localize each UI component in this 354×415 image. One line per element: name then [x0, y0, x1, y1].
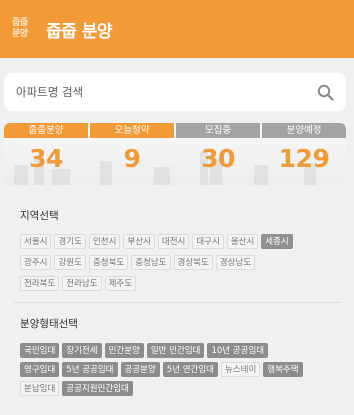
- stat-value: 9: [123, 144, 141, 173]
- app-header: 줍줍 분양 줍줍 분양: [0, 0, 354, 58]
- search-input[interactable]: [16, 85, 296, 99]
- logo-line-1: 줍줍: [12, 18, 28, 28]
- type-tag[interactable]: 영구임대: [20, 362, 60, 377]
- app-title: 줍줍 분양: [46, 21, 112, 42]
- region-tag[interactable]: 전라남도: [62, 276, 102, 291]
- type-tag[interactable]: 10년 공공임대: [207, 343, 269, 358]
- type-tag[interactable]: 민간분양: [104, 343, 144, 358]
- region-tag[interactable]: 제주도: [104, 276, 137, 291]
- stat-label: 모집중: [176, 123, 260, 138]
- type-tag[interactable]: 5년 연간임대: [162, 362, 218, 377]
- type-row-1: 국민임대 장기전세 민간분양 일반 민간임대 10년 공공임대: [20, 343, 269, 358]
- stat-value: 129: [278, 144, 330, 173]
- stat-label: 분양예정: [262, 123, 346, 138]
- type-tag[interactable]: 장기전세: [62, 343, 102, 358]
- stat-jupjup[interactable]: 줍줍분양 34: [4, 123, 88, 185]
- region-tag[interactable]: 대구시: [192, 234, 224, 249]
- stats-card: 줍줍분양 34 오늘청약 9 모집중 30 분양예정 129: [4, 123, 346, 185]
- region-tag[interactable]: 전라북도: [20, 276, 60, 291]
- stat-recruiting[interactable]: 모집중 30: [176, 123, 260, 185]
- type-tag[interactable]: 공공지원민간임대: [62, 381, 133, 396]
- type-tag-unselected[interactable]: 분납임대: [20, 381, 60, 396]
- section-divider: [14, 302, 340, 303]
- region-tag[interactable]: 경상북도: [173, 255, 213, 270]
- type-tag-unselected[interactable]: 뉴스테이: [221, 362, 261, 377]
- region-tag[interactable]: 광주시: [20, 255, 52, 270]
- region-tag[interactable]: 경기도: [54, 234, 86, 249]
- region-tag-selected[interactable]: 세종시: [261, 234, 293, 249]
- region-tag[interactable]: 인천시: [88, 234, 121, 249]
- type-row-3: 분납임대 공공지원민간임대: [20, 381, 133, 396]
- region-tag[interactable]: 강원도: [54, 255, 86, 270]
- type-tag[interactable]: 행복주택: [263, 362, 303, 377]
- type-section-title: 분양형태선택: [20, 318, 78, 330]
- region-row-1: 서울시 경기도 인천시 부산시 대전시 대구시 울산시 세종시: [20, 234, 293, 249]
- region-row-2: 광주시 강원도 충청북도 충청남도 경상북도 경상남도: [20, 255, 256, 270]
- app-logo[interactable]: 줍줍 분양: [12, 18, 38, 40]
- stat-value: 34: [29, 144, 63, 173]
- region-tag[interactable]: 대전시: [157, 234, 190, 249]
- region-tag[interactable]: 울산시: [226, 234, 259, 249]
- stat-label: 오늘청약: [90, 123, 174, 138]
- search-bar: [4, 73, 346, 111]
- type-tag[interactable]: 공공분양: [120, 362, 160, 377]
- type-tag[interactable]: 일반 민간임대: [146, 343, 205, 358]
- logo-line-2: 분양: [12, 29, 28, 39]
- region-tag[interactable]: 충청북도: [88, 255, 129, 270]
- region-row-3: 전라북도 전라남도 제주도: [20, 276, 137, 291]
- stat-upcoming[interactable]: 분양예정 129: [262, 123, 346, 185]
- stat-label: 줍줍분양: [4, 123, 88, 138]
- stat-today[interactable]: 오늘청약 9: [90, 123, 174, 185]
- type-row-2: 영구임대 5년 공공임대 공공분양 5년 연간임대 뉴스테이 행복주택: [20, 362, 303, 377]
- region-tag[interactable]: 서울시: [20, 234, 52, 249]
- region-section-title: 지역선택: [20, 210, 59, 222]
- type-tag[interactable]: 5년 공공임대: [62, 362, 118, 377]
- type-tag[interactable]: 국민임대: [20, 343, 60, 358]
- region-tag[interactable]: 경상남도: [215, 255, 256, 270]
- search-icon[interactable]: [316, 83, 334, 101]
- stat-value: 30: [201, 144, 235, 173]
- region-tag[interactable]: 부산시: [123, 234, 155, 249]
- region-tag[interactable]: 충청남도: [131, 255, 171, 270]
